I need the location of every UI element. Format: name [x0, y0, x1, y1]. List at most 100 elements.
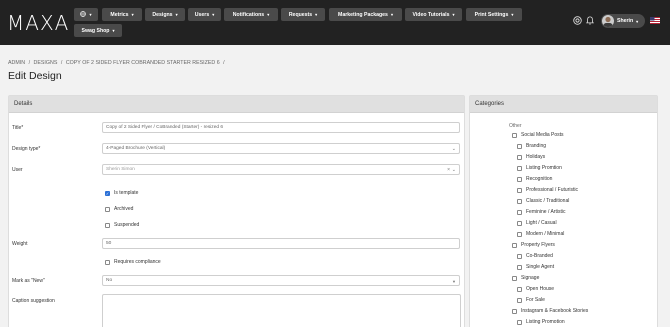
requires-compliance-label: Requires compliance [114, 259, 161, 265]
breadcrumb-admin[interactable]: ADMIN [8, 60, 25, 66]
checkbox[interactable] [512, 132, 517, 138]
caption-label: Caption suggestion [12, 298, 55, 304]
nav-requests[interactable]: Requests ▾ [281, 8, 325, 21]
is-template-label: Is template [114, 190, 139, 196]
category-branding[interactable]: Branding [517, 143, 546, 149]
nav-marketing-packages[interactable]: Marketing Packages ▾ [329, 8, 402, 21]
category-feminine-artistic[interactable]: Feminine / Artistic [517, 209, 565, 215]
is-template-checkbox[interactable]: ✓ Is template [105, 190, 138, 196]
category-label: Listing Promtion [526, 165, 562, 171]
chevron-down-icon: ⌄ [451, 167, 456, 173]
top-navigation-bar: MAXA ▾ Metrics ▾ Designs ▾ Users ▾ Notifica… [0, 0, 670, 45]
breadcrumb-designs[interactable]: DESIGNS [34, 60, 58, 66]
category-for-sale[interactable]: For Sale [517, 297, 545, 303]
category-label: Open House [526, 286, 555, 292]
checkbox[interactable] [512, 275, 517, 281]
category-social-media-posts[interactable]: Social Media Posts [512, 132, 564, 138]
category-label: Signage [521, 275, 540, 281]
user-label: User [12, 167, 23, 173]
checkbox[interactable] [517, 297, 522, 303]
chevron-down-icon: ▾ [131, 12, 134, 17]
category-listing-promotion[interactable]: Listing Promotion [517, 319, 565, 325]
nav-swag-shop[interactable]: Swag Shop ▾ [74, 24, 122, 37]
nav-label: Users [194, 11, 210, 18]
category-signage[interactable]: Signage [512, 275, 539, 281]
archived-checkbox[interactable]: Archived [105, 206, 133, 212]
user-select[interactable]: Sherin Simon × ⌄ [102, 164, 460, 175]
category-classic-traditional[interactable]: Classic / Traditional [517, 198, 569, 204]
breadcrumb-current[interactable]: COPY OF 2 SIDED FLYER COBRANDED STARTER … [66, 60, 220, 66]
category-instagram-facebook-stories[interactable]: Instagram & Facebook Stories [512, 308, 588, 314]
checkbox[interactable] [517, 198, 522, 204]
checkbox[interactable] [105, 259, 110, 265]
nav-users[interactable]: Users ▾ [188, 8, 221, 21]
mark-new-select[interactable]: No ▼ [102, 275, 460, 286]
category-open-house[interactable]: Open House [517, 286, 554, 292]
checkbox[interactable] [512, 242, 517, 248]
checkbox[interactable] [105, 222, 110, 228]
nav-print-settings[interactable]: Print Settings ▾ [466, 8, 522, 21]
checkbox[interactable] [517, 187, 522, 193]
nav-video-tutorials[interactable]: Video Tutorials ▾ [405, 8, 462, 21]
maxa-logo[interactable]: MAXA [7, 11, 69, 35]
title-input[interactable]: Copy of 2 Sided Flyer / CoBranded (Start… [102, 122, 460, 133]
requires-compliance-checkbox[interactable]: Requires compliance [105, 259, 161, 265]
globe-menu-button[interactable]: ▾ [74, 8, 98, 21]
checkbox[interactable] [512, 308, 517, 314]
checkbox-checked[interactable]: ✓ [105, 190, 110, 196]
checkbox[interactable] [517, 165, 522, 171]
checkbox[interactable] [517, 264, 522, 270]
bell-icon[interactable] [585, 16, 594, 25]
suspended-checkbox[interactable]: Suspended [105, 222, 139, 228]
checkbox[interactable] [517, 209, 522, 215]
breadcrumb-separator: / [60, 60, 63, 66]
category-label: Social Media Posts [521, 132, 564, 138]
caption-textarea[interactable] [102, 294, 461, 327]
weight-value: 50 [106, 241, 112, 246]
category-label: Holidays [526, 154, 546, 160]
weight-input[interactable]: 50 [102, 238, 460, 249]
nav-notifications[interactable]: Notifications ▾ [224, 8, 278, 21]
category-light-casual[interactable]: Light / Casual [517, 220, 557, 226]
nav-label: Marketing Packages [338, 11, 388, 18]
globe-icon [80, 10, 87, 19]
nav-label: Video Tutorials [412, 11, 450, 18]
nav-label: Metrics [110, 11, 129, 18]
nav-label: Notifications [232, 11, 265, 18]
checkbox[interactable] [105, 206, 110, 212]
category-label: Co-Branded [526, 253, 553, 259]
details-heading: Details [9, 96, 464, 113]
checkbox[interactable] [517, 220, 522, 226]
clear-icon[interactable]: × [447, 167, 450, 173]
suspended-label: Suspended [114, 222, 140, 228]
category-professional-futuristic[interactable]: Professional / Futuristic [517, 187, 578, 193]
checkbox[interactable] [517, 253, 522, 259]
checkbox[interactable] [517, 143, 522, 149]
support-icon[interactable] [573, 16, 582, 25]
checkbox[interactable] [517, 231, 522, 237]
checkbox[interactable] [517, 286, 522, 292]
breadcrumb-separator: / [223, 60, 225, 66]
chevron-down-icon: ▾ [636, 18, 639, 24]
category-property-flyers[interactable]: Property Flyers [512, 242, 555, 248]
design-type-label: Design type* [12, 146, 41, 152]
nav-designs[interactable]: Designs ▾ [145, 8, 185, 21]
checkbox[interactable] [517, 176, 522, 182]
category-recognition[interactable]: Recognition [517, 176, 552, 182]
checkbox[interactable] [517, 154, 522, 160]
checkbox[interactable] [517, 319, 522, 325]
design-type-select[interactable]: 4-Paged Brochure (Vertical) ⌄ [102, 143, 460, 154]
nav-label: Print Settings [474, 11, 509, 18]
category-holidays[interactable]: Holidays [517, 154, 545, 160]
category-modern-minimal[interactable]: Modern / Minimal [517, 231, 564, 237]
nav-metrics[interactable]: Metrics ▾ [102, 8, 142, 21]
page-title: Edit Design [8, 70, 62, 82]
category-listing-promtion[interactable]: Listing Promtion [517, 165, 562, 171]
category-label: Modern / Minimal [526, 231, 565, 237]
category-label: Professional / Futuristic [526, 187, 578, 193]
us-flag-icon[interactable] [650, 17, 660, 24]
chevron-down-icon: ▾ [390, 12, 393, 17]
category-single-agent[interactable]: Single Agent [517, 264, 554, 270]
user-menu[interactable]: Sherin ▾ [601, 14, 645, 28]
category-co-branded[interactable]: Co-Branded [517, 253, 553, 259]
